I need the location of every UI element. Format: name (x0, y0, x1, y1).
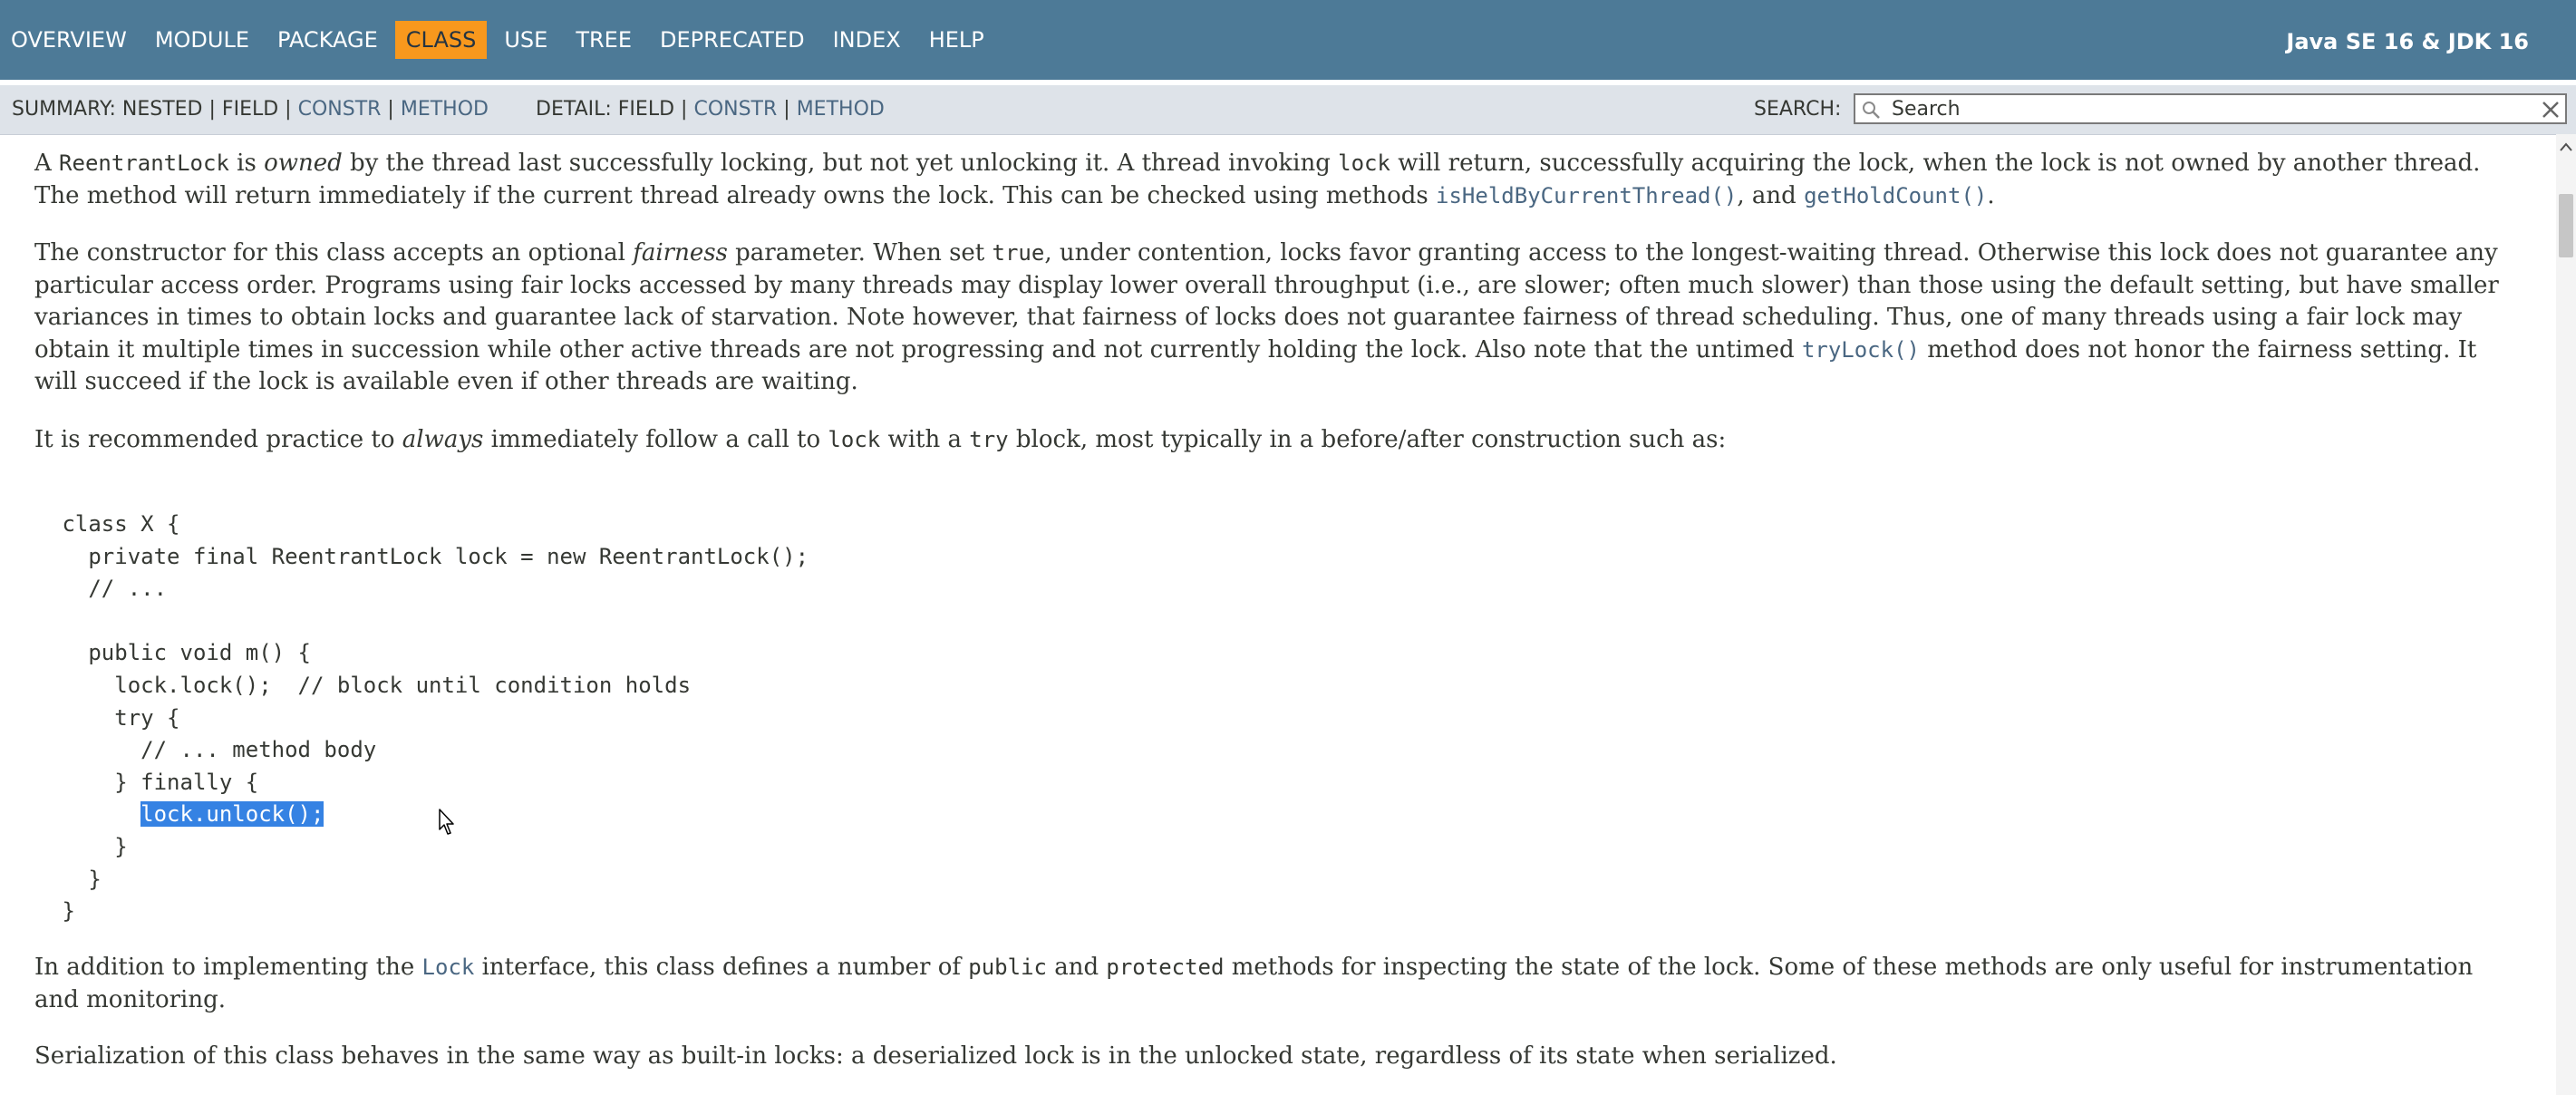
summary-method-link[interactable]: METHOD (401, 98, 489, 121)
nav-index[interactable]: INDEX (822, 21, 912, 59)
paragraph-lock-interface: In addition to implementing the Lock int… (34, 952, 2500, 1016)
paragraph-recommended-practice: It is recommended practice to always imm… (34, 424, 2500, 457)
text: In addition to implementing the (34, 954, 422, 981)
text: The constructor for this class accepts a… (34, 239, 634, 266)
separator: | (783, 98, 790, 121)
selected-code-text[interactable]: lock.unlock(); (140, 801, 324, 828)
text: is (228, 150, 265, 177)
text: Serialization of this class behaves in t… (34, 1042, 1837, 1070)
code-text: class X { private final ReentrantLock lo… (62, 511, 809, 795)
emphasis-fairness: fairness (633, 239, 728, 266)
nav-tree[interactable]: TREE (565, 21, 643, 59)
detail-constr-link[interactable]: CONSTR (693, 98, 777, 121)
text: block, most typically in a before/after … (1008, 426, 1727, 453)
text: It is recommended practice to (34, 426, 402, 453)
code-public: public (968, 954, 1047, 980)
summary-nested: NESTED (121, 98, 203, 121)
detail-method-link[interactable]: METHOD (797, 98, 885, 121)
code-try: try (969, 427, 1009, 452)
nav-package[interactable]: PACKAGE (266, 21, 389, 59)
separator: | (285, 98, 292, 121)
vertical-scrollbar[interactable] (2556, 134, 2576, 1095)
text: , and (1737, 181, 1805, 209)
paragraph-serialization: Serialization of this class behaves in t… (34, 1041, 2500, 1073)
code-protected: protected (1106, 954, 1225, 980)
paragraph-fairness: The constructor for this class accepts a… (34, 237, 2500, 399)
code-text: } } } (62, 833, 128, 925)
top-navigation-bar: OVERVIEW MODULE PACKAGE CLASS USE TREE D… (0, 0, 2576, 85)
separator: | (208, 98, 216, 121)
release-label: Java SE 16 & JDK 16 (2286, 29, 2529, 54)
nav-module[interactable]: MODULE (144, 21, 260, 59)
scroll-up-arrow-icon[interactable] (2559, 141, 2573, 152)
nav-deprecated[interactable]: DEPRECATED (649, 21, 816, 59)
text: . (1987, 181, 1995, 209)
separator: | (387, 98, 394, 121)
nav-overview[interactable]: OVERVIEW (0, 21, 138, 59)
top-nav-items: OVERVIEW MODULE PACKAGE CLASS USE TREE D… (0, 0, 1002, 80)
nav-help[interactable]: HELP (918, 21, 995, 59)
link-getholdcount[interactable]: getHoldCount() (1804, 183, 1987, 208)
code-lock: lock (1338, 150, 1390, 176)
mouse-pointer-icon (439, 809, 454, 835)
search-icon (1863, 102, 1880, 119)
close-icon[interactable] (2540, 99, 2561, 121)
code-example[interactable]: class X { private final ReentrantLock lo… (49, 509, 809, 928)
paragraph-ownership: A ReentrantLock is owned by the thread l… (34, 148, 2500, 212)
summary-constr-link[interactable]: CONSTR (298, 98, 382, 121)
text: by the thread last successfully locking,… (342, 150, 1339, 177)
text: interface, this class defines a number o… (474, 954, 969, 981)
search-input[interactable] (1892, 95, 2526, 122)
link-trylock[interactable]: tryLock() (1802, 337, 1920, 363)
nav-use[interactable]: USE (493, 21, 558, 59)
text: immediately follow a call to (483, 426, 828, 453)
nav-class-active[interactable]: CLASS (394, 21, 488, 59)
text: with a (880, 426, 970, 453)
detail-label: DETAIL: (536, 98, 612, 121)
search-label: SEARCH: (1754, 98, 1842, 121)
scrollbar-thumb[interactable] (2559, 194, 2573, 257)
text: and (1046, 954, 1107, 981)
text: A (34, 150, 60, 177)
text: parameter. When set (727, 239, 993, 266)
link-lock-interface[interactable]: Lock (422, 954, 475, 980)
code-reentrantlock: ReentrantLock (59, 150, 229, 176)
summary-nav: SUMMARY: NESTED | FIELD | CONSTR | METHO… (12, 85, 489, 134)
separator: | (681, 98, 688, 121)
link-isheldbycurrentthread[interactable]: isHeldByCurrentThread() (1436, 183, 1737, 208)
emphasis-owned: owned (264, 150, 343, 177)
search-box[interactable] (1854, 93, 2567, 124)
emphasis-always: always (402, 426, 484, 453)
detail-nav: DETAIL: FIELD | CONSTR | METHOD (536, 85, 885, 134)
detail-field: FIELD (617, 98, 675, 121)
summary-label: SUMMARY: (12, 98, 116, 121)
code-true: true (992, 240, 1045, 266)
sub-navigation-bar: SUMMARY: NESTED | FIELD | CONSTR | METHO… (0, 85, 2576, 135)
summary-field: FIELD (221, 98, 279, 121)
code-lock: lock (828, 427, 881, 452)
